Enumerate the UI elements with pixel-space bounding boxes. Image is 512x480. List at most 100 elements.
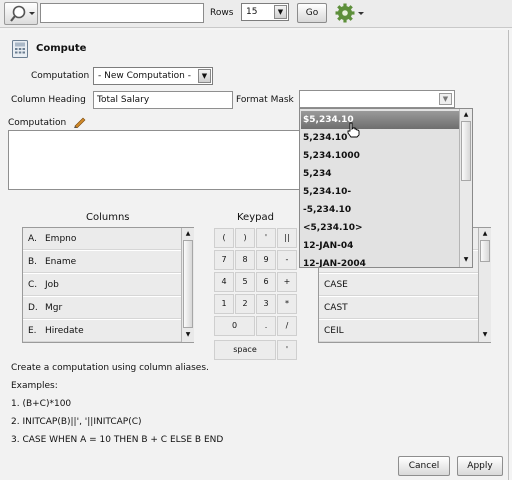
column-name: Empno <box>45 234 77 244</box>
go-button[interactable]: Go <box>297 3 327 23</box>
key-quote-2[interactable]: ' <box>277 340 297 360</box>
column-item[interactable]: E. Hiredate <box>23 320 181 342</box>
scroll-up-icon[interactable]: ▲ <box>480 229 490 239</box>
cancel-button[interactable]: Cancel <box>398 456 450 476</box>
columns-scrollbar[interactable]: ▲ ▼ <box>181 228 194 342</box>
column-name: Hiredate <box>45 326 84 336</box>
column-letter: E. <box>28 326 37 336</box>
actions-menu-button[interactable] <box>334 3 366 24</box>
column-heading-input[interactable]: Total Salary <box>93 91 233 109</box>
example-3: 3. CASE WHEN A = 10 THEN B + C ELSE B EN… <box>11 435 224 445</box>
format-option[interactable]: $5,234.10 <box>301 111 459 129</box>
key-space[interactable]: space <box>214 340 276 360</box>
key-minus[interactable]: - <box>277 250 297 270</box>
key-plus[interactable]: + <box>277 272 297 292</box>
functions-scrollbar[interactable]: ▲ ▼ <box>478 228 491 342</box>
computation-select-value: - New Computation - <box>98 71 191 81</box>
function-item[interactable]: CASE <box>319 274 478 296</box>
column-item[interactable]: D. Mgr <box>23 297 181 319</box>
search-button[interactable] <box>4 2 38 25</box>
column-letter: B. <box>28 257 38 267</box>
format-mask-dropdown: $5,234.10 5,234.10 5,234.1000 5,234 5,23… <box>299 108 473 268</box>
key-2[interactable]: 2 <box>235 294 255 314</box>
scrollbar-thumb[interactable] <box>183 240 193 328</box>
columns-list: A. Empno B. Ename C. Job D. Mgr E. Hired… <box>22 227 194 343</box>
rows-value: 15 <box>246 7 258 17</box>
format-option[interactable]: -5,234.10 <box>301 201 459 219</box>
computation-select[interactable]: - New Computation - ▼ <box>93 67 213 85</box>
format-option[interactable]: 5,234.10 <box>301 129 459 147</box>
keypad-heading: Keypad <box>237 212 274 223</box>
function-name: CASE <box>324 280 348 290</box>
key-open-paren[interactable]: ( <box>214 228 234 248</box>
column-item[interactable]: A. Empno <box>23 228 181 250</box>
key-1[interactable]: 1 <box>214 294 234 314</box>
key-0[interactable]: 0 <box>214 316 255 336</box>
scroll-down-icon[interactable]: ▼ <box>183 330 193 340</box>
key-close-paren[interactable]: ) <box>235 228 255 248</box>
chevron-down-icon: ▼ <box>198 69 211 83</box>
search-icon <box>10 5 35 22</box>
column-heading-label: Column Heading <box>11 95 86 105</box>
scroll-down-icon[interactable]: ▼ <box>461 255 471 265</box>
keypad: ( ) ' || 7 8 9 - 4 5 6 + 1 2 3 * 0 . / s… <box>214 228 300 366</box>
chevron-down-icon[interactable]: ▼ <box>439 93 452 105</box>
key-multiply[interactable]: * <box>277 294 297 314</box>
example-2: 2. INITCAP(B)||', '||INITCAP(C) <box>11 417 142 427</box>
columns-heading: Columns <box>86 212 130 223</box>
rows-label: Rows <box>210 8 234 18</box>
apply-button[interactable]: Apply <box>457 456 503 476</box>
key-decimal[interactable]: . <box>256 316 276 336</box>
key-quote[interactable]: ' <box>256 228 276 248</box>
key-3[interactable]: 3 <box>256 294 276 314</box>
hand-cursor-icon <box>347 122 360 138</box>
column-name: Job <box>45 280 59 290</box>
column-item[interactable]: C. Job <box>23 274 181 296</box>
scrollbar-thumb[interactable] <box>461 121 471 181</box>
computation-select-label: Computation <box>31 71 90 81</box>
column-name: Ename <box>45 257 77 267</box>
function-item[interactable]: CAST <box>319 297 478 319</box>
format-option[interactable]: <5,234.10> <box>301 219 459 237</box>
format-option[interactable]: 12-JAN-2004 <box>301 255 459 267</box>
key-5[interactable]: 5 <box>235 272 255 292</box>
function-name: CAST <box>324 303 348 313</box>
column-letter: C. <box>28 280 38 290</box>
example-1: 1. (B+C)*100 <box>11 399 72 409</box>
pencil-icon[interactable] <box>73 116 87 128</box>
scroll-up-icon[interactable]: ▲ <box>461 110 471 120</box>
format-option[interactable]: 12-JAN-04 <box>301 237 459 255</box>
format-mask-select[interactable] <box>299 90 455 108</box>
column-name: Mgr <box>45 303 63 313</box>
key-8[interactable]: 8 <box>235 250 255 270</box>
key-4[interactable]: 4 <box>214 272 234 292</box>
chevron-down-icon <box>358 12 364 15</box>
format-option[interactable]: 5,234.10- <box>301 183 459 201</box>
format-mask-scrollbar[interactable]: ▲ ▼ <box>459 109 472 267</box>
format-mask-label: Format Mask <box>236 95 294 105</box>
column-item[interactable]: B. Ename <box>23 251 181 273</box>
function-item[interactable]: CEIL <box>319 320 478 342</box>
scrollbar-thumb[interactable] <box>480 240 490 262</box>
expression-label: Computation <box>8 118 67 128</box>
column-letter: A. <box>28 234 37 244</box>
scroll-up-icon[interactable]: ▲ <box>183 229 193 239</box>
key-9[interactable]: 9 <box>256 250 276 270</box>
key-7[interactable]: 7 <box>214 250 234 270</box>
key-6[interactable]: 6 <box>256 272 276 292</box>
function-name: CEIL <box>324 326 344 336</box>
format-option[interactable]: 5,234.1000 <box>301 147 459 165</box>
rows-select[interactable]: 15 ▼ <box>241 3 289 21</box>
column-heading-value: Total Salary <box>97 95 150 105</box>
help-intro: Create a computation using column aliase… <box>11 363 209 373</box>
column-letter: D. <box>28 303 38 313</box>
examples-label: Examples: <box>11 381 58 391</box>
format-option[interactable]: 5,234 <box>301 165 459 183</box>
search-input[interactable] <box>40 3 204 23</box>
key-concat[interactable]: || <box>277 228 297 248</box>
key-divide[interactable]: / <box>277 316 297 336</box>
gear-icon <box>335 3 364 23</box>
calculator-icon <box>12 40 28 58</box>
dialog-title: Compute <box>36 43 87 54</box>
scroll-down-icon[interactable]: ▼ <box>480 330 490 340</box>
